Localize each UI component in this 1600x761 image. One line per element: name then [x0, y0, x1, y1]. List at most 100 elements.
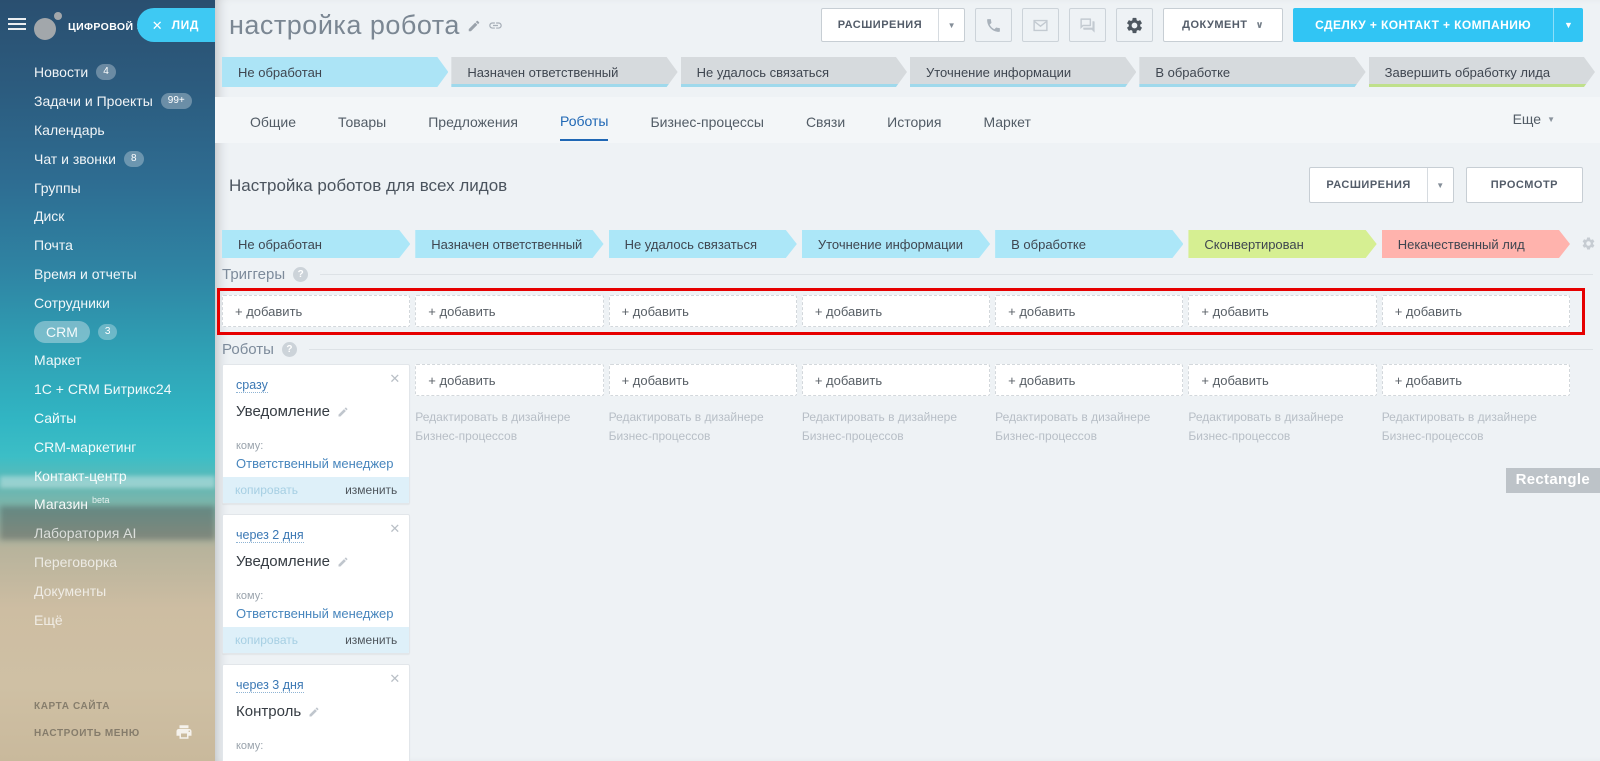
robot-timing-link[interactable]: через 3 дня [236, 678, 304, 693]
tab[interactable]: Предложения [428, 101, 518, 140]
lead-stage-chip[interactable]: Не обработан [222, 57, 448, 87]
add-robot-button[interactable]: + добавить [802, 364, 990, 396]
lead-stage-label: Не обработан [238, 65, 322, 80]
sitemap-link[interactable]: КАРТА САЙТА [34, 701, 203, 712]
sidebar-item[interactable]: CRM 3 [34, 317, 209, 346]
sidebar-item[interactable]: Сотрудники [34, 288, 209, 317]
delete-robot-icon[interactable]: ✕ [389, 521, 400, 537]
edit-title-icon[interactable] [467, 19, 481, 33]
sidebar-item[interactable]: Магазин beta [34, 490, 209, 519]
sidebar-item[interactable]: Почта [34, 231, 209, 260]
edit-name-pencil-icon[interactable] [337, 556, 349, 568]
view-button[interactable]: ПРОСМОТР [1466, 167, 1583, 203]
sidebar-item[interactable]: Ещё [34, 605, 209, 634]
email-button[interactable] [1022, 8, 1059, 42]
add-trigger-button[interactable]: + добавить [1382, 295, 1570, 327]
status-column-chip[interactable]: Не обработан [222, 230, 410, 258]
lead-stage-chip[interactable]: Завершить обработку лида [1369, 57, 1595, 87]
status-column-chip[interactable]: Уточнение информации [802, 230, 990, 258]
columns-settings-gear-icon[interactable] [1581, 236, 1596, 251]
copy-robot-link[interactable]: копировать [235, 483, 298, 497]
sidebar-item[interactable]: Переговорка [34, 548, 209, 577]
tab[interactable]: Связи [806, 101, 845, 140]
sidebar-item[interactable]: Лаборатория AI [34, 519, 209, 548]
add-trigger-button[interactable]: + добавить [802, 295, 990, 327]
edit-robot-link[interactable]: изменить [345, 483, 397, 497]
sidebar-item[interactable]: Чат и звонки 8 [34, 144, 209, 173]
document-button[interactable]: ДОКУМЕНТ ∨ [1163, 8, 1283, 42]
add-trigger-button[interactable]: + добавить [1188, 295, 1376, 327]
lead-filter-chip[interactable]: ✕ ЛИД [137, 8, 215, 42]
chevron-down-icon[interactable]: ▼ [938, 9, 964, 41]
chevron-down-icon[interactable]: ▼ [1553, 8, 1583, 42]
status-column-chip[interactable]: Не удалось связаться [609, 230, 797, 258]
sidebar-item-label: Диск [34, 208, 64, 224]
sidebar-item[interactable]: Группы [34, 173, 209, 202]
sidebar-item[interactable]: Календарь [34, 116, 209, 145]
sidebar-item[interactable]: Контакт-центр [34, 461, 209, 490]
designer-hint: Редактировать в дизайнере Бизнес-процесс… [1382, 408, 1570, 445]
tab[interactable]: История [887, 101, 941, 140]
create-deal-button-label[interactable]: СДЕЛКУ + КОНТАКТ + КОМПАНИЮ [1293, 8, 1553, 42]
tab[interactable]: Роботы [560, 100, 608, 141]
sidebar-item[interactable]: CRM-маркетинг [34, 432, 209, 461]
sidebar-item[interactable]: Время и отчеты [34, 260, 209, 289]
tabs: Общие Товары Предложения Роботы Бизнес-проце… [250, 97, 1031, 143]
printer-icon[interactable] [175, 723, 193, 741]
close-icon[interactable]: ✕ [152, 19, 163, 32]
tab[interactable]: Общие [250, 101, 296, 140]
sidebar-item[interactable]: 1С + CRM Битрикс24 [34, 375, 209, 404]
call-button[interactable] [975, 8, 1012, 42]
add-trigger-button[interactable]: + добавить [222, 295, 410, 327]
add-robot-button[interactable]: + добавить [609, 364, 797, 396]
tab[interactable]: Товары [338, 101, 386, 140]
status-column-chip[interactable]: Сконвертирован [1188, 230, 1376, 258]
add-robot-button[interactable]: + добавить [1188, 364, 1376, 396]
add-robot-button[interactable]: + добавить [415, 364, 603, 396]
status-column-label: Некачественный лид [1398, 237, 1525, 252]
sidebar-item-label: 1С + CRM Битрикс24 [34, 381, 172, 397]
edit-name-pencil-icon[interactable] [337, 406, 349, 418]
add-robot-button[interactable]: + добавить [1382, 364, 1570, 396]
sidebar-item[interactable]: Маркет [34, 346, 209, 375]
sidebar-item[interactable]: Диск [34, 202, 209, 231]
settings-button[interactable] [1116, 8, 1153, 42]
section-extensions-label[interactable]: РАСШИРЕНИЯ [1310, 168, 1426, 202]
tabs-more-button[interactable]: Еще ▼ [1513, 111, 1555, 127]
add-robot-button[interactable]: + добавить [995, 364, 1183, 396]
lead-stage-chip[interactable]: Назначен ответственный [451, 57, 677, 87]
lead-stage-chip[interactable]: Не удалось связаться [681, 57, 907, 87]
delete-robot-icon[interactable]: ✕ [389, 371, 400, 387]
recipient-link[interactable]: Ответственный менеджер [236, 606, 396, 621]
help-icon[interactable]: ? [293, 267, 308, 282]
hamburger-menu-icon[interactable] [8, 18, 26, 33]
status-column-chip[interactable]: Назначен ответственный [415, 230, 603, 258]
edit-robot-link[interactable]: изменить [345, 633, 397, 647]
robot-timing-link[interactable]: через 2 дня [236, 528, 304, 543]
recipient-link[interactable]: Ответственный менеджер [236, 456, 396, 471]
add-trigger-button[interactable]: + добавить [415, 295, 603, 327]
extensions-button-label[interactable]: РАСШИРЕНИЯ [822, 9, 938, 41]
sidebar-item-label: Календарь [34, 122, 105, 138]
link-icon[interactable] [488, 18, 503, 33]
edit-name-pencil-icon[interactable] [308, 706, 320, 718]
chevron-down-icon[interactable]: ▼ [1427, 168, 1453, 202]
copy-robot-link[interactable]: копировать [235, 633, 298, 647]
help-icon[interactable]: ? [282, 342, 297, 357]
add-trigger-button[interactable]: + добавить [609, 295, 797, 327]
tab[interactable]: Бизнес-процессы [650, 101, 763, 140]
sidebar-item[interactable]: Сайты [34, 404, 209, 433]
sidebar-item[interactable]: Задачи и Проекты 99+ [34, 87, 209, 116]
lead-stage-chip[interactable]: Уточнение информации [910, 57, 1136, 87]
add-trigger-button[interactable]: + добавить [995, 295, 1183, 327]
sidebar-item[interactable]: Документы [34, 576, 209, 605]
chat-button[interactable] [1069, 8, 1106, 42]
tab[interactable]: Маркет [983, 101, 1030, 140]
lead-stage-label: Не удалось связаться [697, 65, 829, 80]
status-column-chip[interactable]: Некачественный лид [1382, 230, 1570, 258]
status-column-chip[interactable]: В обработке [995, 230, 1183, 258]
sidebar-item[interactable]: Новости 4 [34, 58, 209, 87]
lead-stage-chip[interactable]: В обработке [1139, 57, 1365, 87]
delete-robot-icon[interactable]: ✕ [389, 671, 400, 687]
robot-timing-link[interactable]: сразу [236, 378, 268, 393]
